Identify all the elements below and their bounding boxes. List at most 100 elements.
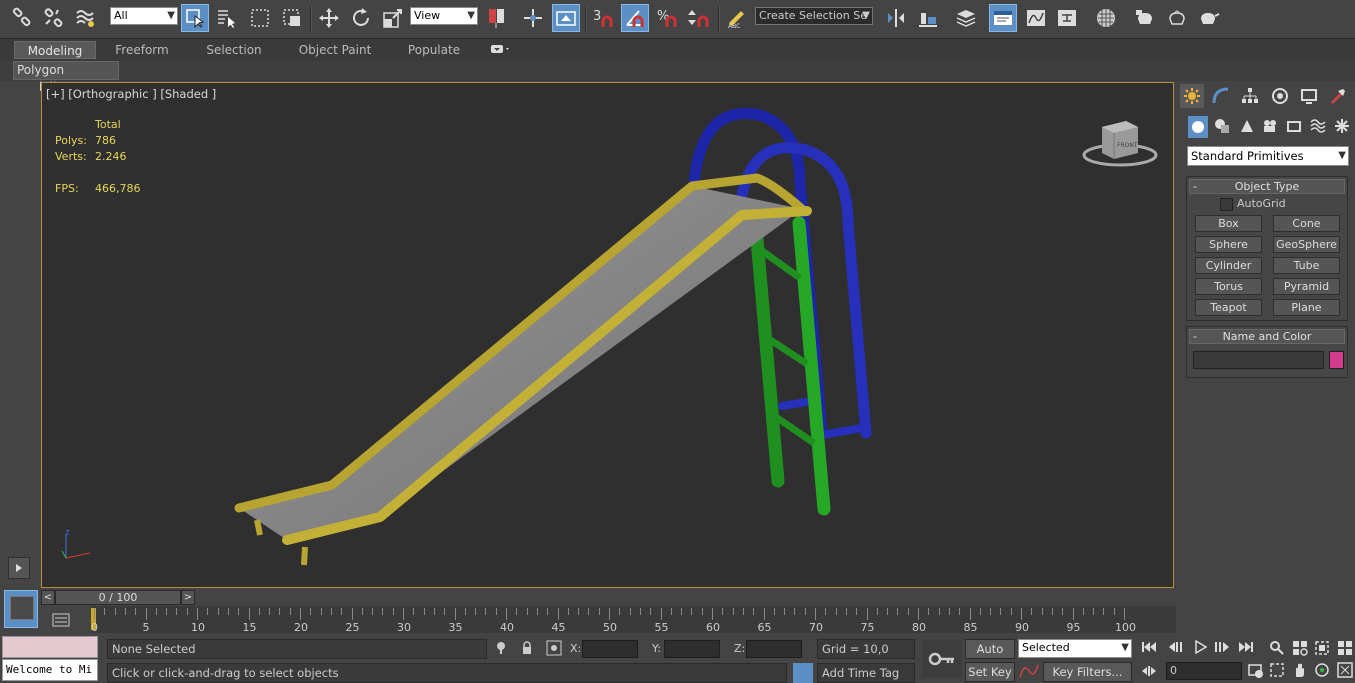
- tab-object-paint[interactable]: Object Paint: [294, 41, 376, 59]
- cylinder-button[interactable]: Cylinder: [1195, 257, 1262, 274]
- align-icon[interactable]: [914, 4, 942, 32]
- viewcube[interactable]: FRONT: [1082, 119, 1158, 169]
- zoom-icon[interactable]: [1269, 640, 1285, 659]
- orbit-icon[interactable]: [1314, 662, 1330, 681]
- key-mode-dropdown[interactable]: Selected ▼: [1018, 639, 1132, 658]
- zoom-all-icon[interactable]: [1292, 640, 1308, 659]
- mirror-icon[interactable]: [882, 4, 910, 32]
- y-coordinate-input[interactable]: [664, 640, 720, 658]
- tab-freeform[interactable]: Freeform: [104, 41, 180, 59]
- next-frame-icon[interactable]: [1213, 640, 1231, 657]
- render-production-icon[interactable]: [1195, 4, 1223, 32]
- teapot-button[interactable]: Teapot: [1195, 299, 1262, 316]
- curve-editor-icon[interactable]: [1022, 4, 1050, 32]
- angle-snap-icon[interactable]: [621, 4, 649, 32]
- geometry-category-icon[interactable]: [1188, 116, 1208, 138]
- rotate-icon[interactable]: [347, 4, 375, 32]
- scale-icon[interactable]: [379, 4, 407, 32]
- x-coordinate-input[interactable]: [582, 640, 638, 658]
- object-category-dropdown[interactable]: Standard Primitives ▼: [1187, 146, 1349, 166]
- object-name-input[interactable]: [1193, 351, 1324, 369]
- hierarchy-tab-icon[interactable]: [1238, 84, 1262, 108]
- motion-tab-icon[interactable]: [1268, 84, 1292, 108]
- schematic-view-icon[interactable]: [1053, 4, 1081, 32]
- isolate-selection-icon[interactable]: [495, 641, 507, 658]
- snaps-toggle-icon[interactable]: 3: [589, 4, 617, 32]
- tab-modeling[interactable]: Modeling: [14, 41, 96, 59]
- expand-viewport-layout-button[interactable]: [8, 557, 30, 579]
- viewport-orthographic[interactable]: [+] [Orthographic ] [Shaded ] Total Poly…: [41, 82, 1174, 588]
- percent-snap-icon[interactable]: %: [653, 4, 681, 32]
- pan-view-icon[interactable]: [1292, 662, 1308, 681]
- spinner-snap-icon[interactable]: [685, 4, 713, 32]
- bind-space-warp-icon[interactable]: [72, 4, 100, 32]
- time-tag-icon[interactable]: [793, 663, 813, 683]
- pyramid-button[interactable]: Pyramid: [1273, 278, 1340, 295]
- cameras-category-icon[interactable]: [1262, 118, 1278, 137]
- material-editor-icon[interactable]: [1092, 4, 1120, 32]
- slide-bed[interactable]: [234, 173, 812, 566]
- tab-selection[interactable]: Selection: [196, 41, 272, 59]
- rendered-frame-icon[interactable]: [1163, 4, 1191, 32]
- field-of-view-icon[interactable]: [1269, 662, 1285, 681]
- play-icon[interactable]: [1193, 639, 1209, 657]
- region-select-icon[interactable]: [246, 4, 274, 32]
- modify-tab-icon[interactable]: [1209, 84, 1233, 108]
- go-to-end-icon[interactable]: [1238, 640, 1256, 657]
- window-crossing-icon[interactable]: [278, 4, 306, 32]
- time-slider-next-button[interactable]: >: [181, 590, 195, 605]
- selection-filter-dropdown[interactable]: All ▼: [110, 7, 178, 25]
- maxscript-listener-pink[interactable]: [2, 636, 98, 658]
- keyboard-shortcut-override-icon[interactable]: [552, 4, 580, 32]
- create-tab-icon[interactable]: [1180, 84, 1204, 108]
- object-color-swatch[interactable]: [1329, 351, 1344, 369]
- slide-blue-arches[interactable]: [688, 108, 872, 439]
- layer-manager-icon[interactable]: [952, 4, 980, 32]
- time-slider[interactable]: < 0 / 100 >: [41, 590, 1174, 606]
- polygon-modeling-tab[interactable]: Polygon Modeling: [13, 61, 119, 94]
- z-coordinate-input[interactable]: [746, 640, 802, 658]
- set-key-icon[interactable]: [922, 640, 962, 678]
- scene-explorer-icon[interactable]: [989, 4, 1017, 32]
- current-frame-spinner[interactable]: 0: [1166, 662, 1242, 680]
- systems-category-icon[interactable]: [1334, 118, 1350, 137]
- key-filters-button[interactable]: Key Filters...: [1043, 662, 1132, 682]
- autogrid-checkbox[interactable]: [1220, 198, 1233, 211]
- unlink-icon[interactable]: [40, 4, 68, 32]
- ribbon-options-icon[interactable]: [487, 41, 515, 59]
- shapes-category-icon[interactable]: [1214, 118, 1230, 137]
- helpers-category-icon[interactable]: [1286, 118, 1302, 137]
- viewport-layout-tab-icon[interactable]: [4, 590, 38, 628]
- set-key-button[interactable]: Set Key: [965, 662, 1015, 682]
- zoom-extents-icon[interactable]: [1314, 640, 1330, 659]
- lock-selection-icon[interactable]: [521, 641, 533, 658]
- go-to-start-icon[interactable]: [1141, 640, 1157, 657]
- cone-button[interactable]: Cone: [1273, 215, 1340, 232]
- plane-button[interactable]: Plane: [1273, 299, 1340, 316]
- tab-populate[interactable]: Populate: [398, 41, 470, 59]
- torus-button[interactable]: Torus: [1195, 278, 1262, 295]
- select-object-icon[interactable]: [181, 4, 209, 32]
- tube-button[interactable]: Tube: [1273, 257, 1340, 274]
- utilities-tab-icon[interactable]: [1326, 84, 1350, 108]
- geosphere-button[interactable]: GeoSphere: [1273, 236, 1340, 253]
- box-button[interactable]: Box: [1195, 215, 1262, 232]
- pivot-center-icon[interactable]: [519, 4, 547, 32]
- reference-coordinate-dropdown[interactable]: View ▼: [410, 7, 478, 25]
- space-warps-category-icon[interactable]: [1310, 118, 1326, 137]
- edit-named-selection-icon[interactable]: ABC: [722, 4, 750, 32]
- time-configuration-icon[interactable]: [1248, 663, 1264, 682]
- sphere-button[interactable]: Sphere: [1195, 236, 1262, 253]
- maxscript-listener[interactable]: Welcome to Mi: [2, 659, 98, 681]
- slide-green-ladder[interactable]: [749, 216, 831, 516]
- time-slider-prev-button[interactable]: <: [41, 590, 55, 605]
- previous-frame-icon[interactable]: [1167, 640, 1185, 657]
- move-icon[interactable]: [315, 4, 343, 32]
- name-color-header[interactable]: - Name and Color: [1189, 329, 1345, 344]
- timeline-track[interactable]: 0 5 10 15 20 25 30 35 40 45 50 55 60 65 70 75 80 85 90 95 10…: [91, 606, 1176, 634]
- display-tab-icon[interactable]: [1297, 84, 1321, 108]
- render-setup-icon[interactable]: [1131, 4, 1159, 32]
- auto-key-button[interactable]: Auto Key: [965, 639, 1015, 674]
- object-type-header[interactable]: - Object Type: [1189, 179, 1345, 194]
- key-mode-toggle-icon[interactable]: [1141, 664, 1157, 681]
